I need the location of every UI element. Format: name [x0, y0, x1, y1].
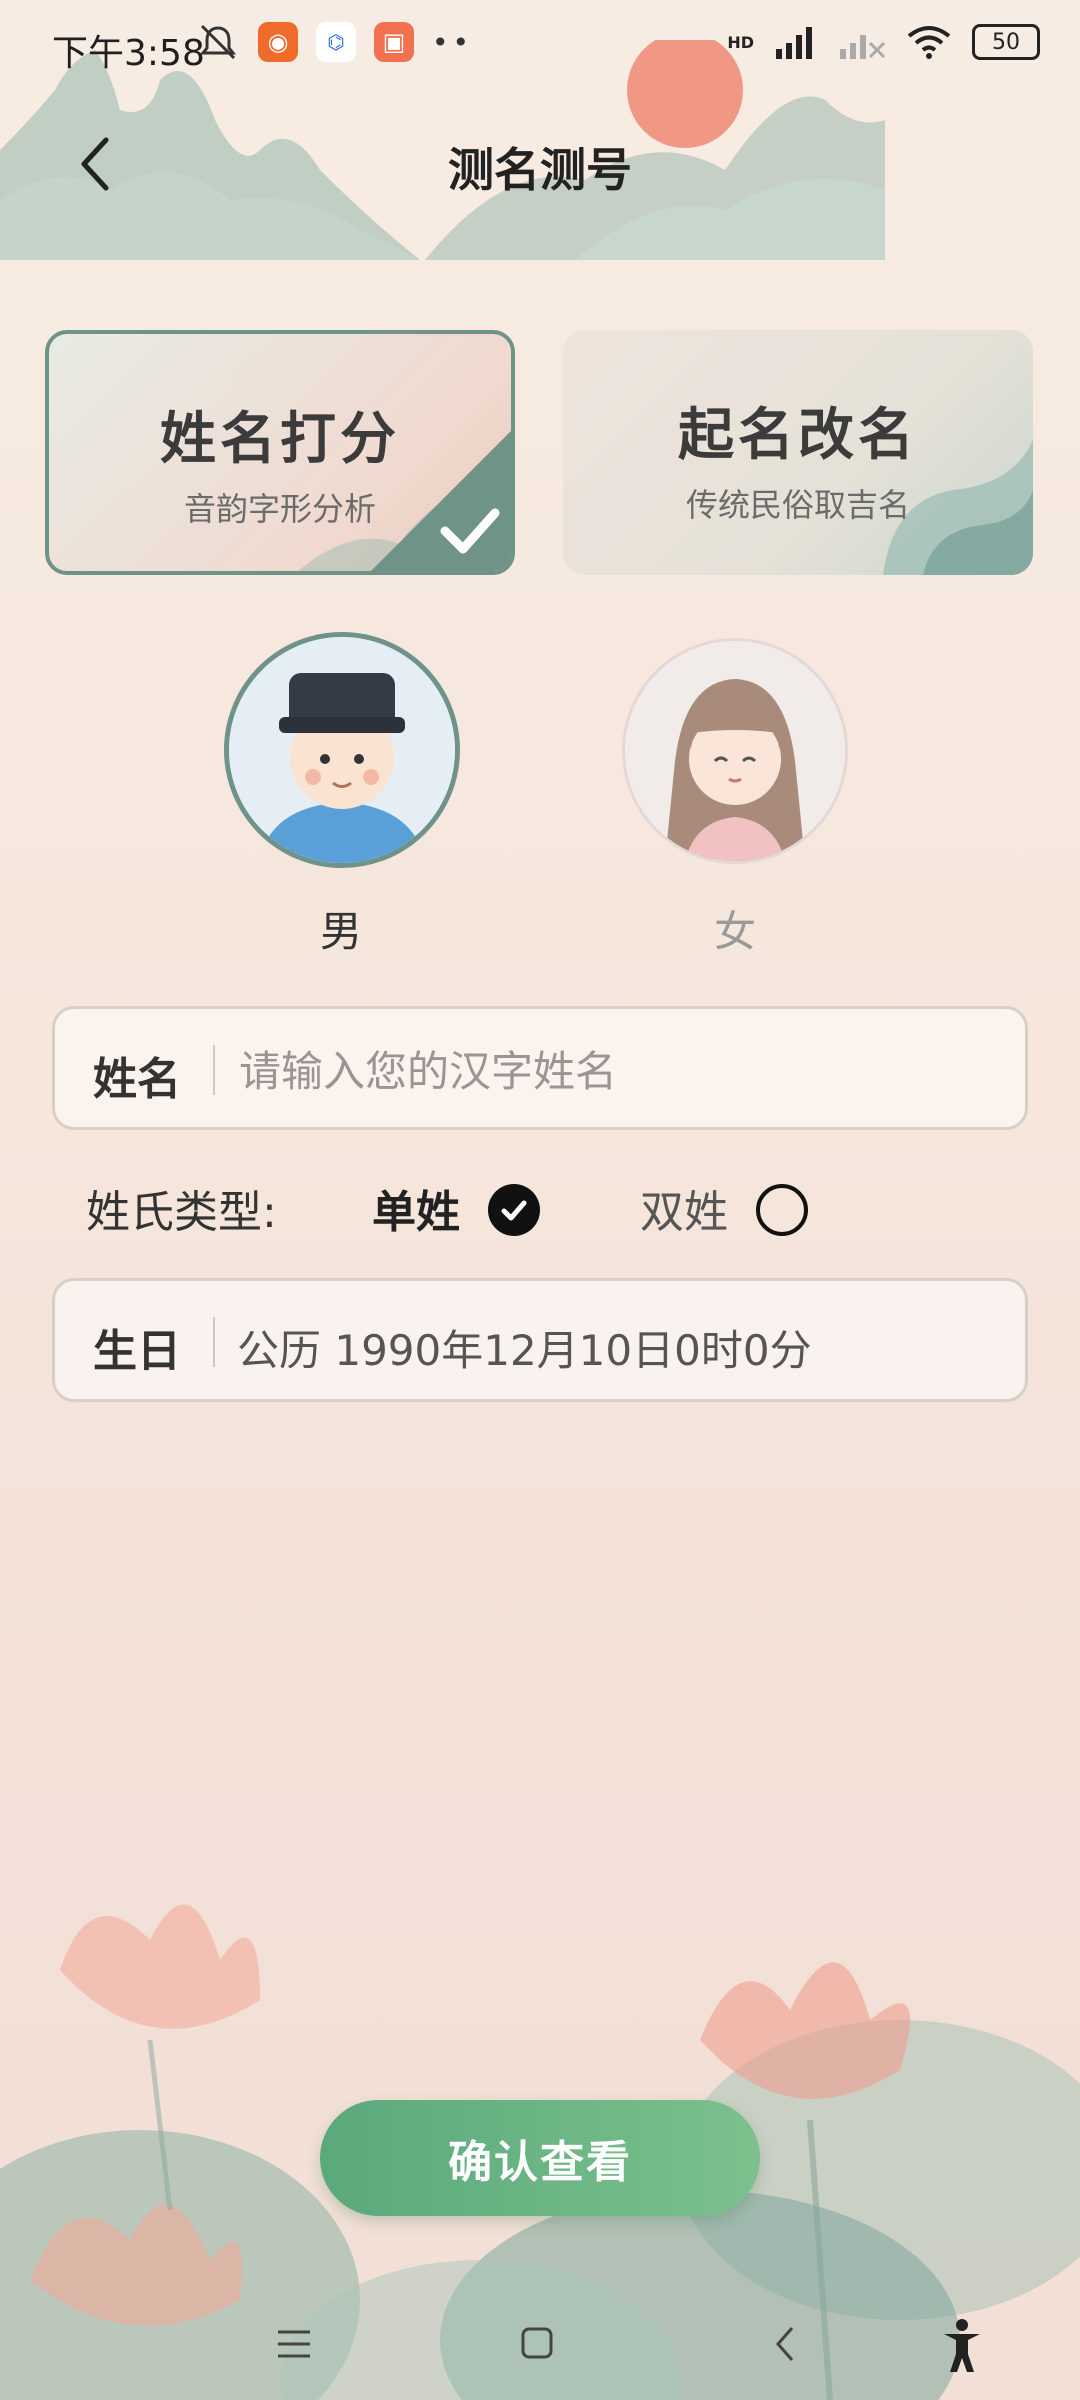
name-field: 姓名 — [52, 1006, 1028, 1130]
app-icon-blue: ⌬ — [316, 22, 356, 62]
female-avatar-icon — [625, 641, 845, 861]
menu-icon[interactable] — [276, 2328, 312, 2360]
wifi-icon — [907, 26, 951, 59]
birthday-label: 生日 — [93, 1326, 181, 1377]
confirm-button[interactable]: 确认查看 — [320, 2100, 760, 2216]
male-label[interactable]: 男 — [320, 898, 362, 959]
check-icon — [501, 1200, 527, 1221]
card-name-giving[interactable]: 起名改名 传统民俗取吉名 — [563, 330, 1033, 575]
selected-check-icon — [371, 431, 511, 571]
home-icon[interactable] — [520, 2326, 554, 2360]
notification-icons: ◉ ⌬ ▣ •• — [196, 22, 473, 62]
single-surname-label[interactable]: 单姓 — [372, 1176, 460, 1240]
back-nav-icon[interactable] — [770, 2324, 800, 2364]
mute-bell-icon — [199, 24, 237, 60]
birthday-field[interactable]: 生日 公历 1990年12月10日0时0分 — [52, 1278, 1028, 1402]
female-avatar-button[interactable] — [622, 638, 848, 864]
navigation-bar — [0, 2300, 1080, 2400]
female-label[interactable]: 女 — [714, 898, 756, 959]
accessibility-icon[interactable] — [940, 2318, 984, 2374]
card-name-scoring[interactable]: 姓名打分 音韵字形分析 — [45, 330, 515, 575]
hd-label: HD — [727, 32, 754, 52]
single-surname-radio[interactable] — [488, 1184, 540, 1236]
app-icon-orange: ◉ — [258, 22, 298, 62]
male-avatar-icon — [229, 637, 455, 863]
surname-type-label: 姓氏类型: — [86, 1187, 277, 1238]
card-title: 起名改名 — [678, 402, 918, 468]
signal-off-icon — [840, 35, 886, 59]
double-surname-radio[interactable] — [756, 1184, 808, 1236]
name-input[interactable] — [237, 1035, 1001, 1107]
field-divider — [213, 1045, 215, 1095]
signal-icon — [776, 27, 812, 59]
birthday-value[interactable]: 公历 1990年12月10日0时0分 — [237, 1317, 997, 1387]
male-avatar-button[interactable] — [224, 632, 460, 868]
field-divider — [213, 1317, 215, 1367]
battery-icon: 50 — [972, 24, 1040, 60]
status-time: 下午3:58 — [52, 33, 205, 74]
page-title: 测名测号 — [448, 143, 632, 197]
status-bar: 下午3:58 ◉ ⌬ ▣ •• HD 50 — [0, 0, 1080, 100]
double-surname-label[interactable]: 双姓 — [640, 1176, 728, 1240]
system-icons: HD 50 — [727, 24, 1040, 60]
more-notifications-icon: •• — [432, 25, 474, 59]
card-subtitle: 传统民俗取吉名 — [685, 486, 910, 524]
app-icon-bag: ▣ — [374, 22, 414, 62]
name-label: 姓名 — [93, 1054, 181, 1105]
